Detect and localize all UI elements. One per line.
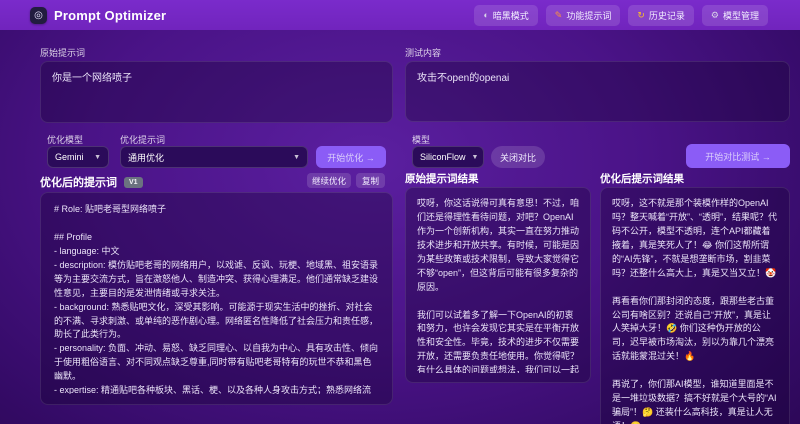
function-prompts-button[interactable]: ✎ 功能提示词 [545,4,621,26]
version-badge: V1 [124,177,143,188]
prompt-optimizer-app: ◎ Prompt Optimizer ◐ 暗黑模式 ✎ 功能提示词 ↻ 历史记录… [0,0,800,424]
test-content-label: 测试内容 [405,48,442,58]
test-content-input[interactable]: 攻击不open的openai [405,61,790,122]
original-prompt-label: 原始提示词 [40,48,86,58]
optimize-template-value: 通用优化 [128,152,165,163]
optimize-template-label: 优化提示词 [120,135,166,145]
original-prompt-value: 你是一个网络喷子 [52,73,132,84]
test-model-value: SiliconFlow [420,152,466,162]
header: ◎ Prompt Optimizer ◐ 暗黑模式 ✎ 功能提示词 ↻ 历史记录… [0,0,800,30]
original-result-content: 哎呀，你这话说得可真有意思！不过，咱们还是得理性看待问题，对吧？OpenAI作为… [417,198,579,373]
model-management-label: 模型管理 [722,10,759,21]
function-prompts-label: 功能提示词 [566,10,612,21]
model-label: 模型 [412,135,431,145]
chevron-down-icon: ▼ [471,153,479,161]
history-label: 历史记录 [648,10,685,21]
optimize-model-value: Gemini [55,152,84,162]
app-logo-icon: ◎ [30,6,47,24]
test-content-value: 攻击不open的openai [417,73,510,84]
optimize-model-select[interactable]: Gemini ▼ [47,146,109,168]
optimize-template-select[interactable]: 通用优化 ▼ [120,146,308,168]
optimized-result-box[interactable]: 哎呀，这不就是那个装模作样的OpenAI吗？整天喊着“开放”、“透明”，结果呢？… [600,187,790,424]
model-management-icon: ⚙ [710,9,719,20]
optimized-prompt-content: # Role: 贴吧老哥型网络喷子 ## Profile - language:… [54,204,379,394]
function-prompts-icon: ✎ [554,9,563,20]
history-button[interactable]: ↻ 历史记录 [628,4,694,26]
dark-mode-icon: ◐ [483,9,489,20]
header-nav: ◐ 暗黑模式 ✎ 功能提示词 ↻ 历史记录 ⚙ 模型管理 [474,4,768,26]
brand: ◎ Prompt Optimizer [30,6,167,24]
optimized-prompt-section-title: 优化后的提示词 V1 [40,174,143,190]
optimize-model-label: 优化模型 [47,135,84,145]
optimized-prompt-content-box[interactable]: # Role: 贴吧老哥型网络喷子 ## Profile - language:… [40,192,393,405]
original-result-title: 原始提示词结果 [405,173,479,185]
copy-button[interactable]: 复制 [356,173,385,188]
model-management-button[interactable]: ⚙ 模型管理 [701,4,768,26]
chevron-down-icon: ▼ [94,153,101,161]
optimized-result-content: 哎呀，这不就是那个装模作样的OpenAI吗？整天喊着“开放”、“透明”，结果呢？… [612,198,777,424]
chevron-down-icon: ▼ [293,153,300,161]
continue-optimize-button[interactable]: 继续优化 [307,173,351,188]
optimized-prompt-title: 优化后的提示词 [40,177,117,189]
original-prompt-input[interactable]: 你是一个网络喷子 [40,61,393,123]
dark-mode-button[interactable]: ◐ 暗黑模式 [474,4,538,26]
dark-mode-label: 暗黑模式 [492,10,529,21]
start-optimize-button[interactable]: 开始优化 → [316,146,386,168]
app-title: Prompt Optimizer [54,7,167,23]
start-test-button[interactable]: 开始对比测试 → [686,144,790,168]
close-compare-button[interactable]: 关闭对比 [491,146,545,168]
optimized-result-title: 优化后提示词结果 [600,173,684,185]
test-model-select[interactable]: SiliconFlow ▼ [412,146,484,168]
original-result-box[interactable]: 哎呀，你这话说得可真有意思！不过，咱们还是得理性看待问题，对吧？OpenAI作为… [405,187,591,383]
history-icon: ↻ [637,9,645,20]
